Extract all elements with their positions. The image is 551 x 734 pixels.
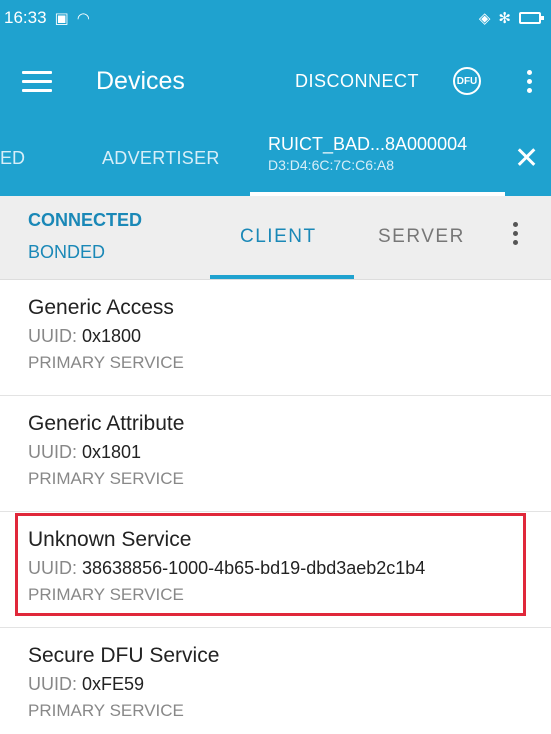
uuid-label: UUID: bbox=[28, 326, 82, 346]
close-icon[interactable]: ✕ bbox=[514, 144, 539, 174]
bond-status: BONDED bbox=[28, 242, 106, 262]
service-item-generic-access[interactable]: Generic Access UUID: 0x1800 PRIMARY SERV… bbox=[0, 280, 551, 396]
uuid-value: 0x1800 bbox=[82, 326, 142, 346]
device-tabs: ED ADVERTISER RUICT_BAD...8A000004 D3:D4… bbox=[0, 126, 551, 196]
uuid-value: 0x1801 bbox=[82, 442, 142, 462]
vibrate-icon: ◈ bbox=[478, 10, 491, 27]
device-name: RUICT_BAD...8A000004 bbox=[268, 134, 468, 154]
tab-device[interactable]: RUICT_BAD...8A000004 D3:D4:6C:7C:C6:A8 bbox=[268, 134, 467, 173]
service-name: Generic Access bbox=[28, 296, 174, 319]
service-name: Secure DFU Service bbox=[28, 644, 220, 667]
service-uuid: UUID: 38638856-1000-4b65-bd19-dbd3aeb2c1… bbox=[28, 558, 551, 579]
service-item-secure-dfu[interactable]: Secure DFU Service UUID: 0xFE59 PRIMARY … bbox=[0, 628, 551, 734]
more-options-icon[interactable] bbox=[517, 69, 541, 93]
client-tab-indicator bbox=[210, 275, 354, 279]
service-name: Unknown Service bbox=[28, 528, 192, 551]
service-type: PRIMARY SERVICE bbox=[28, 469, 184, 488]
service-item-generic-attribute[interactable]: Generic Attribute UUID: 0x1801 PRIMARY S… bbox=[0, 396, 551, 512]
service-uuid: UUID: 0x1800 bbox=[28, 326, 551, 347]
tab-advertiser[interactable]: ADVERTISER bbox=[102, 148, 220, 169]
connection-more-icon[interactable] bbox=[513, 222, 518, 245]
device-address: D3:D4:6C:7C:C6:A8 bbox=[268, 157, 395, 173]
service-name: Generic Attribute bbox=[28, 412, 185, 435]
service-item-unknown-service[interactable]: Unknown Service UUID: 38638856-1000-4b65… bbox=[0, 512, 551, 628]
disconnect-button[interactable]: DISCONNECT bbox=[295, 71, 419, 92]
service-list: Generic Access UUID: 0x1800 PRIMARY SERV… bbox=[0, 280, 551, 734]
service-type: PRIMARY SERVICE bbox=[28, 585, 184, 604]
status-left: 16:33 ▣ ◠ bbox=[4, 8, 90, 28]
dfu-icon[interactable]: DFU bbox=[453, 67, 481, 95]
uuid-label: UUID: bbox=[28, 674, 82, 694]
connection-status: CONNECTED bbox=[28, 210, 143, 230]
status-time: 16:33 bbox=[4, 8, 47, 27]
status-bar: 16:33 ▣ ◠ ◈ ✻ bbox=[0, 0, 551, 36]
service-type: PRIMARY SERVICE bbox=[28, 701, 184, 720]
notification-image-icon: ▣ bbox=[54, 10, 69, 27]
connection-bar: CONNECTED BONDED CLIENT SERVER bbox=[0, 196, 551, 280]
tab-server[interactable]: SERVER bbox=[378, 226, 465, 248]
service-uuid: UUID: 0xFE59 bbox=[28, 674, 551, 695]
uuid-value: 0xFE59 bbox=[82, 674, 145, 694]
page-title: Devices bbox=[96, 66, 185, 95]
status-right: ◈ ✻ bbox=[478, 9, 544, 27]
tab-scanner-partial[interactable]: ED bbox=[0, 148, 25, 169]
uuid-label: UUID: bbox=[28, 558, 82, 578]
bluetooth-icon: ✻ bbox=[498, 10, 511, 27]
uuid-value: 38638856-1000-4b65-bd19-dbd3aeb2c1b4 bbox=[82, 558, 426, 578]
service-type: PRIMARY SERVICE bbox=[28, 353, 184, 372]
service-uuid: UUID: 0x1801 bbox=[28, 442, 551, 463]
uuid-label: UUID: bbox=[28, 442, 82, 462]
battery-icon bbox=[519, 12, 544, 24]
tab-client[interactable]: CLIENT bbox=[240, 226, 317, 248]
menu-icon[interactable] bbox=[22, 70, 52, 92]
app-bar: Devices DISCONNECT DFU bbox=[0, 36, 551, 126]
wifi-icon: ◠ bbox=[76, 10, 90, 27]
